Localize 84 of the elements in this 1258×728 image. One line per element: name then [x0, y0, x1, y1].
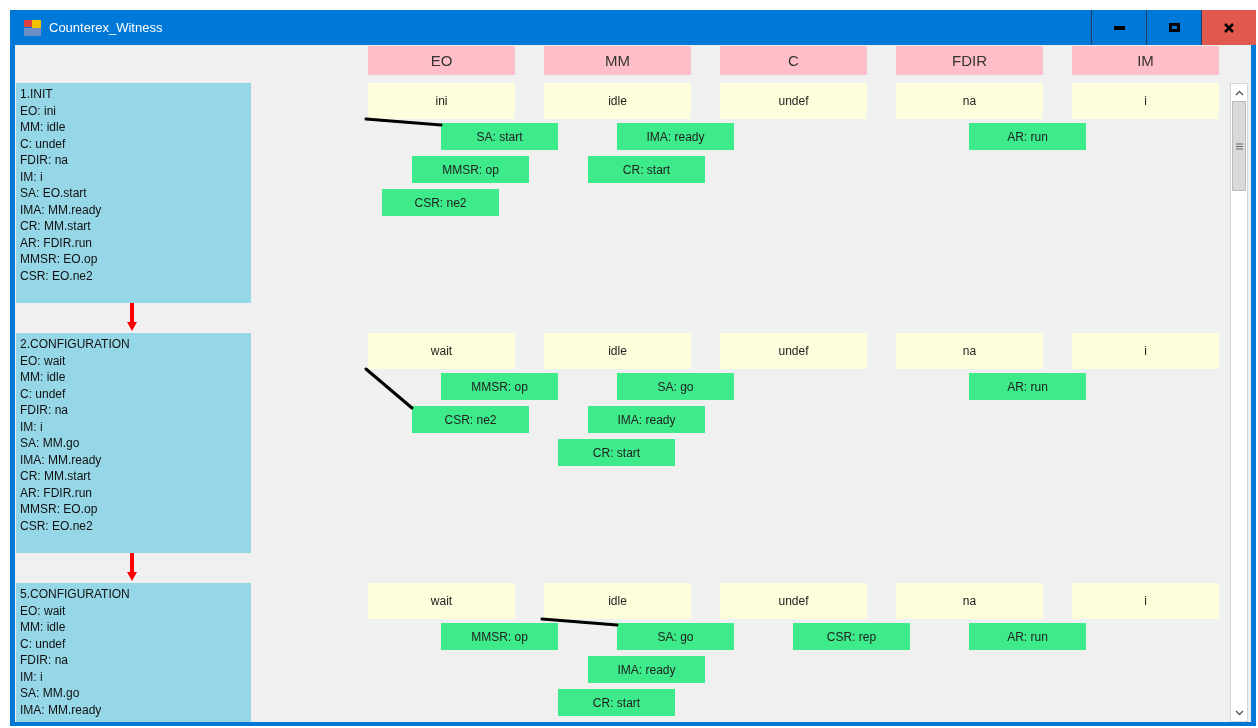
state-line: IMA: MM.ready	[20, 701, 102, 718]
transition-label: SA: start	[441, 123, 558, 150]
value-cell: wait	[368, 583, 515, 619]
value-cell: i	[1072, 333, 1219, 369]
value-cell: undef	[720, 583, 867, 619]
state-line: SA: MM.go	[20, 685, 80, 702]
scroll-thumb[interactable]	[1232, 101, 1246, 191]
state-line: IM: i	[20, 668, 43, 685]
value-cell: idle	[544, 333, 691, 369]
value-cell: na	[896, 83, 1043, 119]
state-line: IMA: MM.ready	[20, 201, 102, 218]
state-line: MM: idle	[20, 619, 66, 636]
state-line: C: undef	[20, 135, 66, 152]
scrollbar[interactable]	[1230, 83, 1248, 722]
grip-icon	[1235, 142, 1243, 150]
transition-label: CR: start	[588, 156, 705, 183]
column-header: C	[720, 46, 867, 75]
state-title: 2.CONFIGURATION	[20, 336, 130, 353]
state-title: 5.CONFIGURATION	[20, 586, 130, 603]
value-cell: na	[896, 583, 1043, 619]
minimize-icon	[1113, 25, 1125, 30]
column-header: IM	[1072, 46, 1219, 75]
transition-label: MMSR: op	[412, 156, 529, 183]
state-line: CSR: EO.ne2	[20, 267, 93, 284]
value-cell: na	[896, 333, 1043, 369]
state-line: IM: i	[20, 168, 43, 185]
transition-label: CR: start	[558, 689, 675, 716]
transition-label: MMSR: op	[441, 623, 558, 650]
transition-label: CSR: rep	[793, 623, 910, 650]
scroll-down-icon[interactable]	[1234, 709, 1244, 716]
value-cell: ini	[368, 83, 515, 119]
transition-label: AR: run	[969, 123, 1086, 150]
close-button[interactable]	[1201, 10, 1256, 45]
value-cell: undef	[720, 83, 867, 119]
state-line: IM: i	[20, 418, 43, 435]
arrow-icon	[127, 553, 137, 581]
state-line: IMA: MM.ready	[20, 451, 102, 468]
state-line: MM: idle	[20, 119, 66, 136]
maximize-icon	[1168, 23, 1180, 32]
state-line: EO: ini	[20, 102, 56, 119]
value-cell: undef	[720, 333, 867, 369]
window-title: Counterex_Witness	[49, 20, 164, 35]
column-header: EO	[368, 46, 515, 75]
state-line: SA: EO.start	[20, 185, 87, 202]
value-cell: i	[1072, 83, 1219, 119]
state-line: SA: MM.go	[20, 435, 80, 452]
state-line: C: undef	[20, 385, 66, 402]
transition-label: MMSR: op	[441, 373, 558, 400]
connector-line	[364, 367, 414, 410]
value-cell: i	[1072, 583, 1219, 619]
transition-label: SA: go	[617, 373, 734, 400]
state-line: CR: MM.start	[20, 468, 91, 485]
transition-label: IMA: ready	[588, 406, 705, 433]
state-line: MM: idle	[20, 369, 66, 386]
state-line: FDIR: na	[20, 652, 68, 669]
transition-label: AR: run	[969, 623, 1086, 650]
scroll-up-icon[interactable]	[1234, 89, 1244, 96]
state-line: MMSR: EO.op	[20, 251, 98, 268]
transition-label: IMA: ready	[617, 123, 734, 150]
state-line: FDIR: na	[20, 152, 68, 169]
state-line: EO: wait	[20, 352, 66, 369]
value-cell: idle	[544, 583, 691, 619]
column-header: MM	[544, 46, 691, 75]
arrow-icon	[127, 303, 137, 331]
state-line: MMSR: EO.op	[20, 501, 98, 518]
transition-label: CSR: ne2	[412, 406, 529, 433]
state-line: CR: MM.start	[20, 218, 91, 235]
app-icon	[24, 19, 41, 36]
transition-label: CR: start	[558, 439, 675, 466]
state-line: AR: FDIR.run	[20, 234, 92, 251]
value-cell: idle	[544, 83, 691, 119]
state-title: 1.INIT	[20, 86, 53, 103]
transition-label: IMA: ready	[588, 656, 705, 683]
state-line: C: undef	[20, 635, 66, 652]
column-header: FDIR	[896, 46, 1043, 75]
transition-label: CSR: ne2	[382, 189, 499, 216]
state-line: AR: FDIR.run	[20, 484, 92, 501]
transition-label: SA: go	[617, 623, 734, 650]
value-cell: wait	[368, 333, 515, 369]
state-line: EO: wait	[20, 602, 66, 619]
state-line: FDIR: na	[20, 402, 68, 419]
state-line: CSR: EO.ne2	[20, 517, 93, 534]
close-icon	[1224, 22, 1234, 33]
transition-label: AR: run	[969, 373, 1086, 400]
